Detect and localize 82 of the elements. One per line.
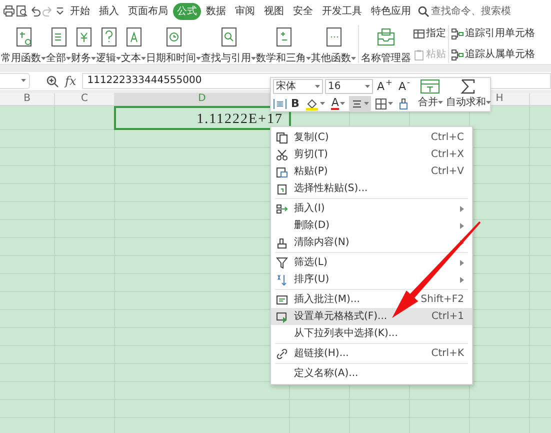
context-menu-item[interactable]: 设置单元格格式(F)... Ctrl+1 [271,308,472,325]
context-menu-item[interactable]: 排序(U) [271,271,472,288]
menu-tab[interactable]: 插入 [95,2,123,20]
menu-tab[interactable]: 审阅 [231,2,259,20]
paste-icon [276,166,288,178]
context-menu-item[interactable]: 选择性粘贴(S)... [271,180,472,197]
caret-icon [41,56,46,60]
ribbon-button[interactable]: 逻辑 [96,25,121,64]
menu-tab[interactable]: 数据 [202,2,230,20]
print-preview-icon[interactable] [16,5,28,17]
merge-button[interactable]: 合并 [418,79,443,110]
menu-tab[interactable]: 视图 [260,2,288,20]
caret-icon [21,79,26,83]
context-menu-item[interactable]: 筛选(L) [271,254,472,271]
undo-icon[interactable] [29,5,41,17]
context-menu-item[interactable]: 从下拉列表中选择(K)... [271,325,472,342]
caret-icon [251,56,256,60]
dropdown-icon[interactable] [55,5,65,17]
insert-icon [276,202,288,214]
context-menu-item[interactable]: 超链接(H)... Ctrl+K [271,345,472,362]
center-align-icon [350,98,363,110]
wrap-text-icon[interactable] [273,96,287,110]
font-select[interactable]: 宋体 [273,79,323,94]
borders-icon [374,98,387,110]
caret-icon [141,56,146,60]
ribbon-button[interactable]: 文本 [121,25,146,64]
grow-font-button[interactable]: A$^{+}$ [375,79,394,94]
context-menu-item[interactable]: 删除(D) [271,217,472,234]
clipboard-icon [413,48,425,60]
caret-icon [116,56,121,60]
menu-tab[interactable]: 安全 [289,2,317,20]
zoom-icon[interactable] [46,74,59,88]
ribbon-button[interactable]: 其他函数 [311,25,356,64]
center-align-button[interactable] [348,96,371,111]
font-color-button[interactable]: A [329,96,347,111]
print-icon[interactable] [3,5,15,17]
search-field[interactable]: 查找命令、搜索模 [431,4,511,18]
caret-icon [306,56,311,60]
table-icon [413,28,425,40]
filter-icon [276,256,288,268]
comment-icon [276,294,288,306]
ribbon-button[interactable]: 追踪从属单元格 [451,46,535,63]
context-menu-item[interactable]: 粘贴(P) Ctrl+V [271,163,472,180]
format-cells-icon [276,310,288,322]
context-menu-item[interactable]: 插入(I) [271,200,472,217]
menu-tab[interactable]: 页面布局 [124,2,172,20]
cell-value: 1.11222E+17 [196,113,283,127]
shrink-font-button[interactable]: A$^{-}$ [396,79,412,94]
context-menu-item[interactable]: 复制(C) Ctrl+C [271,129,472,146]
size-select[interactable]: 16 [325,79,373,94]
caret-icon [351,56,356,60]
link-icon [276,348,288,360]
context-menu-item[interactable]: 剪切(T) Ctrl+X [271,146,472,163]
ribbon-button[interactable]: 查找与引用 [201,25,256,64]
sigma-icon [459,79,478,94]
menu-tab[interactable]: 开发工具 [318,2,366,20]
scissors-icon [276,148,288,160]
search-icon [418,6,429,16]
menu-tab[interactable]: 开始 [66,2,94,20]
caret-icon [66,56,71,60]
caret-icon [196,56,201,60]
menu-tab[interactable]: 特色应用 [367,2,415,20]
context-menu-item[interactable]: 定义名称(A)... [271,365,472,382]
paste-special-icon [276,182,288,194]
ribbon-button[interactable]: 日期和时间 [146,25,201,64]
ribbon-button[interactable]: 全部 [46,25,71,64]
sort-icon [276,274,288,286]
bold-button[interactable]: B [289,96,302,111]
copy-icon [276,132,288,144]
ribbon-button[interactable]: 追踪引用单元格 [451,25,535,42]
paint-bucket-icon [305,96,320,110]
active-cell[interactable]: 1.11222E+17 [114,106,291,130]
ribbon-button[interactable]: 指定 [413,25,446,42]
ribbon-button[interactable]: 常用函数 [1,25,46,64]
fx-label[interactable]: fx [65,72,76,90]
column-header[interactable]: B [0,93,55,105]
ribbon-button[interactable]: 数学和三角 [256,25,311,64]
merge-cells-icon [420,79,440,94]
context-menu-item[interactable]: 插入批注(M)... Shift+F2 [271,291,472,308]
caret-icon [91,56,96,60]
borders-button[interactable] [372,96,395,111]
ribbon-button[interactable]: 财务 [71,25,96,64]
